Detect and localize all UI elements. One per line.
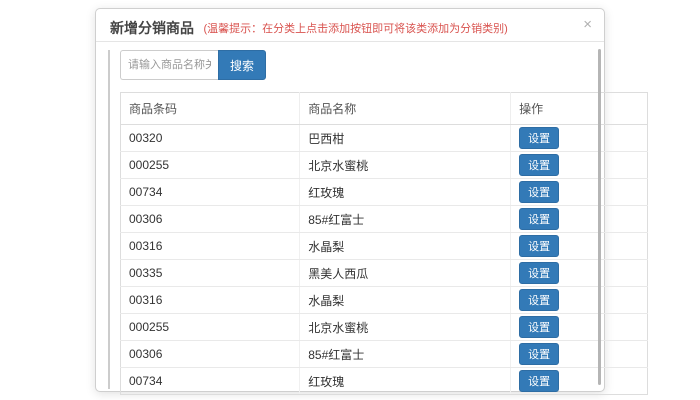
- scroll-up-icon[interactable]: ▲: [108, 51, 110, 60]
- cell-code: 00734: [121, 179, 300, 206]
- cell-operation: 设置: [511, 368, 648, 395]
- modal-hint-text: (温馨提示：在分类上点击添加按钮即可将该类添加为分销类别): [203, 20, 507, 36]
- table-row: 00320 巴西柑 设置: [121, 125, 648, 152]
- table-row: 00316 水晶梨 设置: [121, 287, 648, 314]
- category-item[interactable]: 化妆品类: [109, 291, 110, 315]
- cell-operation: 设置: [511, 287, 648, 314]
- set-button[interactable]: 设置: [519, 127, 559, 149]
- category-item[interactable]: 牛肉类: [109, 315, 110, 339]
- cell-code: 00316: [121, 287, 300, 314]
- set-button[interactable]: 设置: [519, 316, 559, 338]
- category-item[interactable]: 服装类: [109, 147, 110, 171]
- category-item[interactable]: 奶茶: [109, 75, 110, 99]
- cell-name: 黑美人西瓜: [300, 260, 511, 287]
- table-row: 00316 水晶梨 设置: [121, 233, 648, 260]
- category-item[interactable]: 生鲜水果: [109, 51, 110, 75]
- cell-name: 水晶梨: [300, 287, 511, 314]
- cell-operation: 设置: [511, 341, 648, 368]
- cell-code: 00734: [121, 368, 300, 395]
- cell-operation: 设置: [511, 179, 648, 206]
- category-item[interactable]: 咖啡: [109, 195, 110, 219]
- set-button[interactable]: 设置: [519, 235, 559, 257]
- set-button[interactable]: 设置: [519, 262, 559, 284]
- scroll-down-icon[interactable]: ▼: [108, 379, 110, 388]
- header-operation: 操作: [511, 93, 648, 125]
- search-bar: 搜索: [120, 50, 648, 80]
- cell-operation: 设置: [511, 233, 648, 260]
- modal-scrollbar[interactable]: [598, 49, 601, 385]
- cell-operation: 设置: [511, 152, 648, 179]
- modal-title: 新增分销商品: [110, 18, 194, 38]
- set-button[interactable]: 设置: [519, 181, 559, 203]
- cell-operation: 设置: [511, 206, 648, 233]
- cell-name: 北京水蜜桃: [300, 152, 511, 179]
- table-row: 00306 85#红富士 设置: [121, 341, 648, 368]
- table-row: 00335 黑美人西瓜 设置: [121, 260, 648, 287]
- cell-name: 85#红富士: [300, 341, 511, 368]
- add-distribution-goods-modal: 新增分销商品 (温馨提示：在分类上点击添加按钮即可将该类添加为分销类别) × 生…: [95, 8, 605, 392]
- cell-operation: 设置: [511, 125, 648, 152]
- category-item[interactable]: 母婴类: [109, 123, 110, 147]
- goods-panel: 搜索 商品条码 商品名称 操作 00320 巴西柑 设置 000255 北京: [120, 50, 648, 400]
- header-code: 商品条码: [121, 93, 300, 125]
- cell-code: 000255: [121, 314, 300, 341]
- table-row: 00306 85#红富士 设置: [121, 206, 648, 233]
- category-list: 生鲜水果 奶茶 素菜类 母婴类 服装类 鱼类 咖啡 奶茶原料 禽蛋类 水果类 化…: [108, 50, 110, 389]
- modal-header: 新增分销商品 (温馨提示：在分类上点击添加按钮即可将该类添加为分销类别) ×: [96, 9, 604, 42]
- category-item[interactable]: 奶茶原料: [109, 219, 110, 243]
- close-icon[interactable]: ×: [583, 17, 592, 32]
- cell-name: 水晶梨: [300, 233, 511, 260]
- cell-code: 00316: [121, 233, 300, 260]
- table-row: 000255 北京水蜜桃 设置: [121, 314, 648, 341]
- search-button[interactable]: 搜索: [218, 50, 266, 80]
- modal-body: 生鲜水果 奶茶 素菜类 母婴类 服装类 鱼类 咖啡 奶茶原料 禽蛋类 水果类 化…: [96, 42, 604, 400]
- set-button[interactable]: 设置: [519, 154, 559, 176]
- cell-name: 85#红富士: [300, 206, 511, 233]
- cell-name: 红玫瑰: [300, 179, 511, 206]
- cell-code: 00335: [121, 260, 300, 287]
- cell-operation: 设置: [511, 314, 648, 341]
- cell-name: 北京水蜜桃: [300, 314, 511, 341]
- category-item[interactable]: 咖啡原料: [109, 339, 110, 363]
- category-item[interactable]: 水果类: [109, 267, 110, 291]
- set-button[interactable]: 设置: [519, 343, 559, 365]
- cell-name: 巴西柑: [300, 125, 511, 152]
- table-row: 000255 北京水蜜桃 设置: [121, 152, 648, 179]
- set-button[interactable]: 设置: [519, 370, 559, 392]
- table-row: 00734 红玫瑰 设置: [121, 179, 648, 206]
- category-item[interactable]: 素菜类: [109, 99, 110, 123]
- page-background: 新增分销商品 (温馨提示：在分类上点击添加按钮即可将该类添加为分销类别) × 生…: [0, 0, 700, 400]
- category-scrollbar[interactable]: ▲ ▼: [108, 51, 109, 388]
- category-item[interactable]: 休闲食品类: [109, 363, 110, 387]
- cell-operation: 设置: [511, 260, 648, 287]
- goods-table: 商品条码 商品名称 操作 00320 巴西柑 设置 000255 北京水蜜桃 设…: [120, 92, 648, 395]
- category-item[interactable]: [109, 387, 110, 389]
- category-item[interactable]: 禽蛋类: [109, 243, 110, 267]
- header-name: 商品名称: [300, 93, 511, 125]
- table-body: 00320 巴西柑 设置 000255 北京水蜜桃 设置 00734 红玫瑰 设…: [121, 125, 648, 395]
- cell-code: 00306: [121, 206, 300, 233]
- set-button[interactable]: 设置: [519, 208, 559, 230]
- cell-code: 00320: [121, 125, 300, 152]
- category-item[interactable]: 鱼类: [109, 171, 110, 195]
- set-button[interactable]: 设置: [519, 289, 559, 311]
- cell-code: 00306: [121, 341, 300, 368]
- search-input[interactable]: [120, 50, 218, 80]
- scrollbar-thumb[interactable]: [108, 61, 109, 379]
- table-header-row: 商品条码 商品名称 操作: [121, 93, 648, 125]
- cell-name: 红玫瑰: [300, 368, 511, 395]
- cell-code: 000255: [121, 152, 300, 179]
- table-row: 00734 红玫瑰 设置: [121, 368, 648, 395]
